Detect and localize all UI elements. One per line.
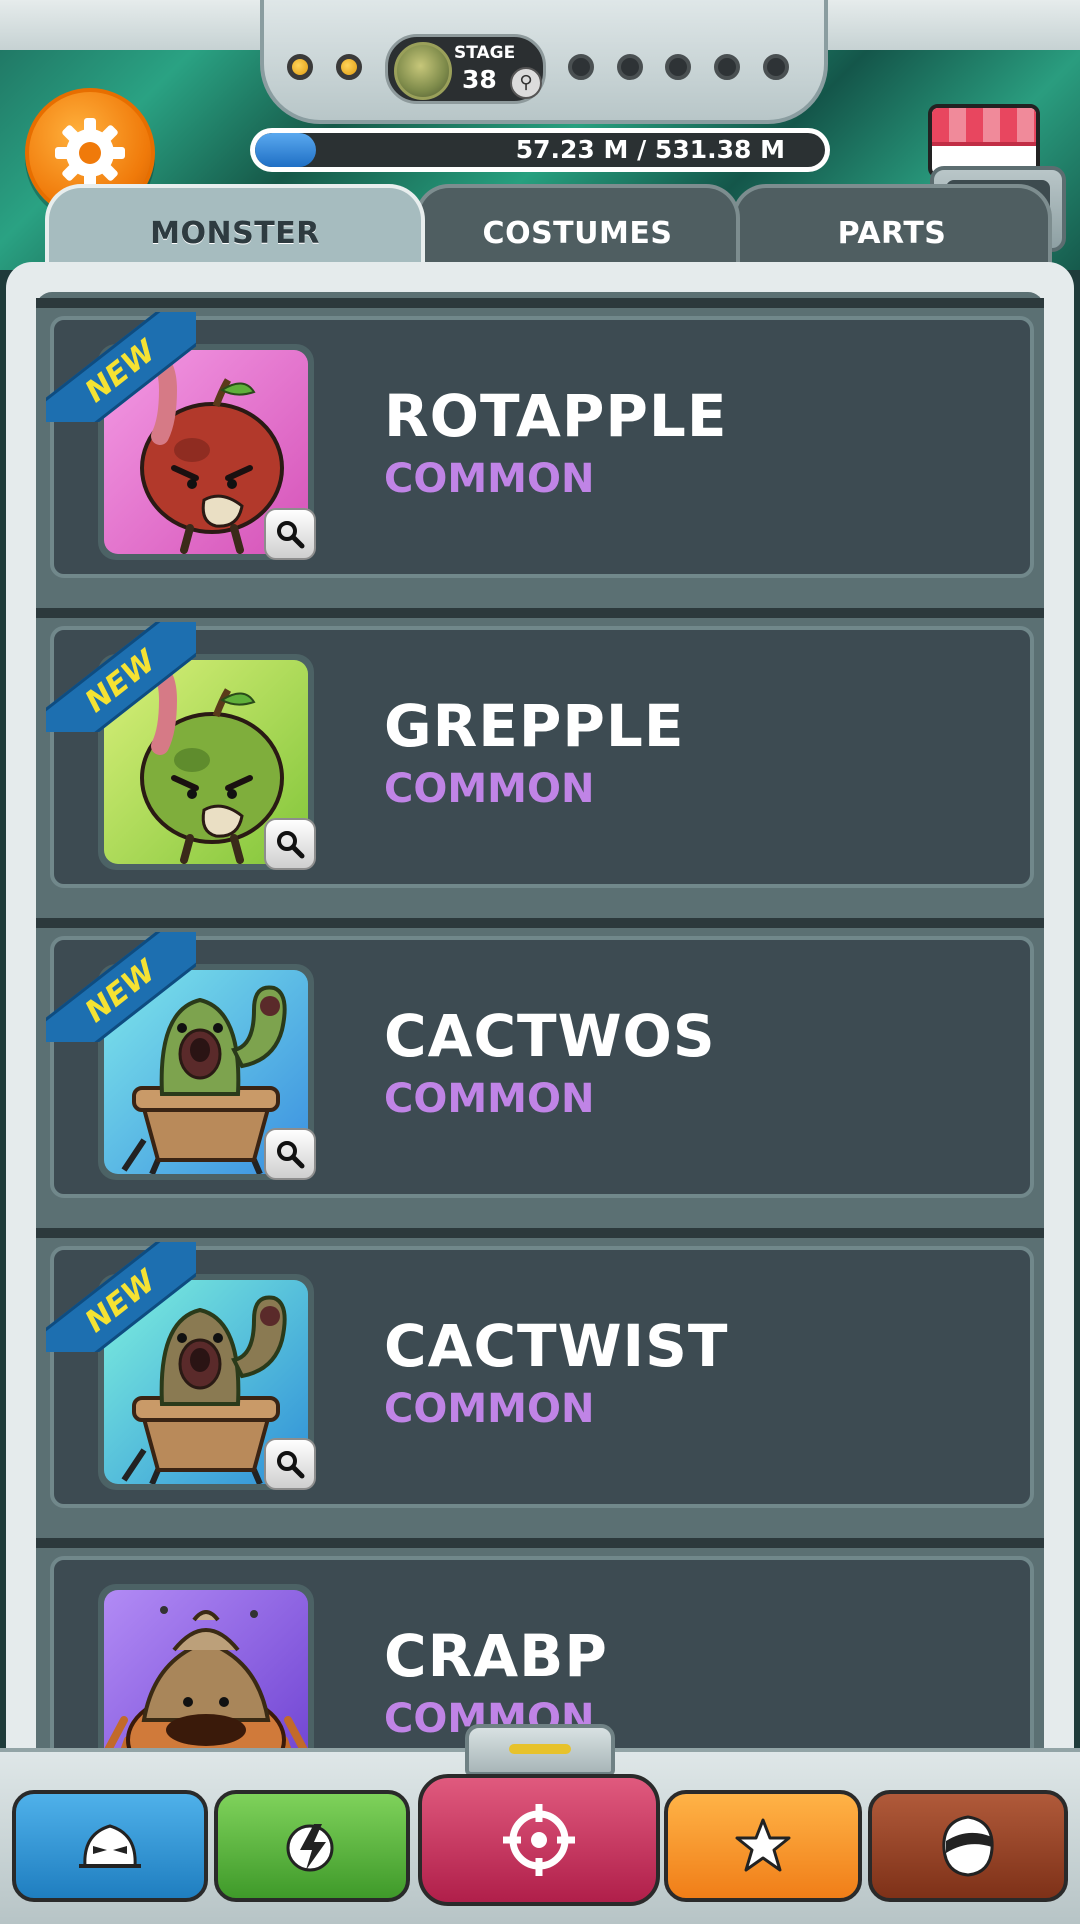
stage-dot	[763, 54, 789, 80]
new-badge-label: NEW	[46, 1242, 196, 1352]
new-badge: NEW	[46, 932, 196, 1042]
monster-rarity: COMMON	[384, 1076, 595, 1122]
stage-dot	[568, 54, 594, 80]
handle-bar	[509, 1744, 571, 1754]
new-badge-label: NEW	[46, 312, 196, 422]
monster-name: CRABP	[384, 1622, 608, 1690]
monster-card[interactable]: ROTAPPLE COMMON NEW	[46, 312, 1034, 578]
progress-fill	[255, 133, 317, 167]
magnifier-icon	[277, 831, 305, 859]
new-badge: NEW	[46, 1242, 196, 1352]
tab-parts[interactable]: PARTS	[732, 184, 1052, 274]
new-badge-label: NEW	[46, 932, 196, 1042]
star-icon	[735, 1818, 791, 1872]
monster-card[interactable]: CACTWIST COMMON NEW	[46, 1242, 1034, 1508]
monster-name: GREPPLE	[384, 692, 685, 760]
monster-nav-button[interactable]	[12, 1790, 208, 1902]
hero-mask-icon	[942, 1815, 994, 1877]
inspect-button[interactable]	[264, 1128, 316, 1180]
magnifier-icon	[277, 521, 305, 549]
inspect-button[interactable]	[264, 1438, 316, 1490]
stage-magnifier-icon[interactable]: ⚲	[510, 67, 542, 99]
card-separator	[36, 298, 1044, 308]
card-separator	[36, 918, 1044, 928]
magnifier-icon	[277, 1141, 305, 1169]
nav-drawer-handle[interactable]	[465, 1724, 615, 1776]
monster-card[interactable]: CACTWOS COMMON NEW	[46, 932, 1034, 1198]
stage-number: 38	[462, 65, 497, 94]
monster-face-icon	[79, 1824, 141, 1868]
stage-indicator[interactable]: STAGE 38 ⚲	[385, 34, 546, 104]
monster-name: CACTWOS	[384, 1002, 716, 1070]
skill-nav-button[interactable]	[214, 1790, 410, 1902]
monster-rarity: COMMON	[384, 1386, 595, 1432]
new-badge: NEW	[46, 312, 196, 422]
card-separator	[36, 608, 1044, 618]
gear-icon	[55, 118, 125, 188]
stage-dot	[665, 54, 691, 80]
progress-track: 57.23 M / 531.38 M	[255, 133, 825, 167]
battle-nav-button[interactable]	[418, 1774, 660, 1906]
tab-monster[interactable]: MONSTER	[45, 184, 425, 274]
lightning-fist-icon	[286, 1824, 334, 1872]
monster-name: CACTWIST	[384, 1312, 729, 1380]
stage-dot	[287, 54, 313, 80]
monster-card[interactable]: GREPPLE COMMON NEW	[46, 622, 1034, 888]
stage-label: STAGE	[454, 43, 516, 63]
inspect-button[interactable]	[264, 508, 316, 560]
inspect-button[interactable]	[264, 818, 316, 870]
card-separator	[36, 1538, 1044, 1548]
new-badge: NEW	[46, 622, 196, 732]
new-badge-label: NEW	[46, 622, 196, 732]
magnifier-icon	[277, 1451, 305, 1479]
monster-rarity: COMMON	[384, 766, 595, 812]
shop-awning-icon	[932, 108, 1036, 146]
card-separator	[36, 1228, 1044, 1238]
crosshair-icon	[503, 1804, 575, 1876]
stage-dot	[714, 54, 740, 80]
stage-thumbnail	[394, 42, 452, 100]
profile-nav-button[interactable]	[868, 1790, 1068, 1902]
monster-rarity: COMMON	[384, 456, 595, 502]
stage-progress-bar: 57.23 M / 531.38 M	[250, 128, 830, 172]
progress-text: 57.23 M / 531.38 M	[515, 135, 785, 164]
achievements-nav-button[interactable]	[664, 1790, 862, 1902]
stage-dot	[617, 54, 643, 80]
stage-dot	[336, 54, 362, 80]
monster-name: ROTAPPLE	[384, 382, 728, 450]
tab-costumes[interactable]: COSTUMES	[415, 184, 740, 274]
